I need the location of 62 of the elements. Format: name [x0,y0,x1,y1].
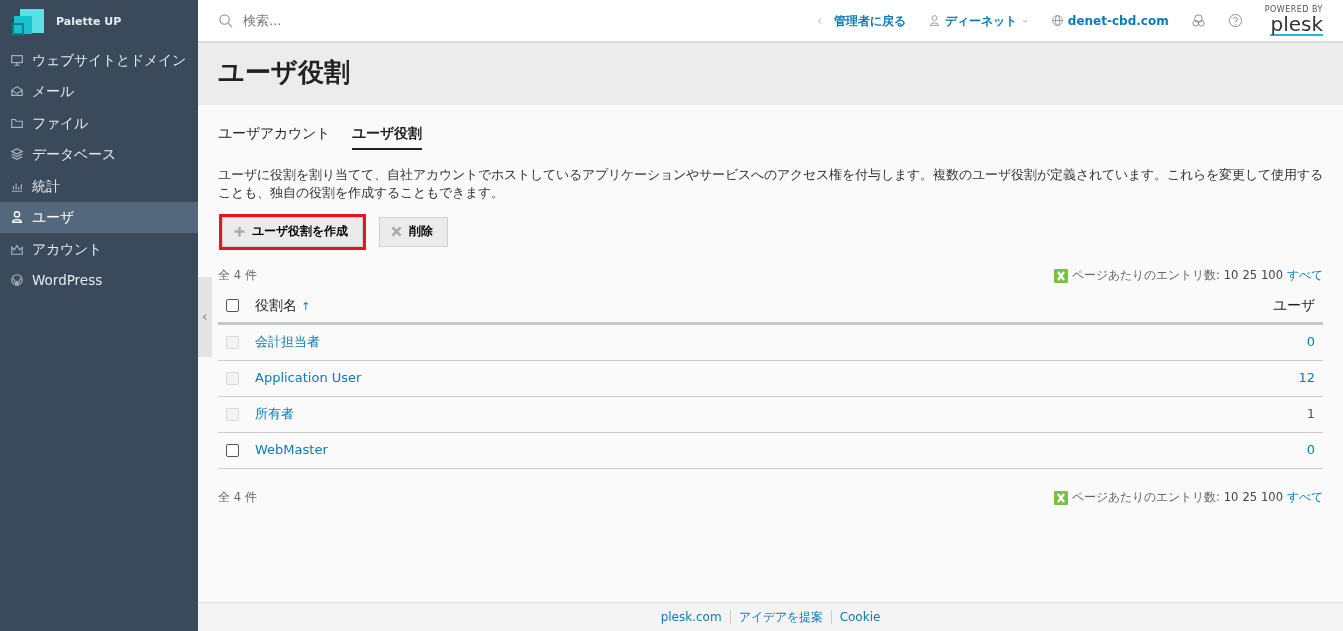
tab[interactable]: ユーザ役割 [352,123,422,151]
sidebar-item[interactable]: アカウント [0,233,198,265]
sort-icon: ↑ [301,299,311,313]
page-title: ユーザ役割 [218,57,351,89]
description: ユーザに役割を割り当てて、自社アカウントでホストしているアプリケーションやサービスへのアクセス権を付与します。複数のユーザ役割が定義されています。これらを変更して使用することも、独自の役割を作成することもできます。 [218,166,1323,202]
domain-link[interactable]: denet-cbd.com [1067,11,1169,30]
user-icon [10,210,24,225]
per-page-option[interactable]: 10 [1223,266,1239,285]
wordpress-icon [10,273,24,288]
globe-icon [1050,14,1064,27]
user-count-link[interactable]: 0 [1306,440,1315,460]
excel-icon [1053,268,1068,283]
per-page-option[interactable]: 100 [1261,488,1283,507]
per-page-option[interactable]: 10 [1223,488,1239,507]
chevron-left-icon [815,16,824,25]
per-page-label: ページあたりのエントリ数: [1071,266,1220,284]
toolbar-button[interactable]: 削除 [379,217,448,247]
sidebar-item[interactable]: WordPress [0,264,198,296]
sidebar-item[interactable]: ファイル [0,107,198,139]
layers-icon [10,147,24,162]
sidebar-item[interactable]: メール [0,75,198,107]
per-page-link[interactable]: すべて [1287,488,1323,507]
footer-link[interactable]: Cookie [839,608,881,626]
search-field[interactable]: 検索... [241,9,541,32]
user-icon [927,14,941,27]
logo-icon [12,7,46,37]
row-checkbox[interactable] [226,443,239,457]
per-page-label: ページあたりのエントリ数: [1071,488,1220,506]
per-page-option[interactable]: 100 [1261,266,1283,285]
envelope-icon [10,84,24,99]
per-page-option[interactable]: 25 [1242,488,1258,507]
collapse-handle[interactable] [198,277,212,357]
select-all-checkbox[interactable] [226,298,239,312]
help-icon [1227,13,1243,28]
role-link[interactable]: WebMaster [255,440,1307,460]
chevron-left-icon [201,313,209,321]
excel-icon [1053,490,1068,505]
footer-link[interactable]: アイデアを提案 [738,608,823,626]
user-menu[interactable]: ディーネット [944,11,1017,30]
sidebar-item[interactable]: ユーザ [0,201,198,233]
toolbar-button[interactable]: ユーザ役割を作成 [222,217,363,247]
powered-by-label: POWERED BY [1264,5,1323,14]
per-page-link[interactable]: すべて [1287,266,1323,285]
back-link[interactable]: 管理者に戻る [833,11,906,30]
monitor-icon [10,52,24,67]
x-icon [390,225,403,239]
per-page-option[interactable]: 25 [1242,266,1258,285]
column-header[interactable]: 役割名 ↑ [255,294,1273,316]
owl-icon [1190,13,1206,28]
brand-name: Palette UP [56,13,122,30]
total-count: 全 4 件 [218,488,257,506]
sidebar-item[interactable]: データベース [0,138,198,170]
footer-link[interactable]: plesk.com [660,608,722,626]
tab[interactable]: ユーザアカウント [218,123,330,151]
search-icon [218,13,233,28]
column-header[interactable]: ユーザ [1273,294,1315,316]
sidebar-item[interactable]: ウェブサイトとドメイン [0,44,198,76]
sidebar-item[interactable]: 統計 [0,170,198,202]
plus-icon [233,225,246,239]
user-count: 1 [1306,405,1315,424]
plesk-logo: plesk [1270,13,1323,36]
total-count: 全 4 件 [218,266,257,284]
